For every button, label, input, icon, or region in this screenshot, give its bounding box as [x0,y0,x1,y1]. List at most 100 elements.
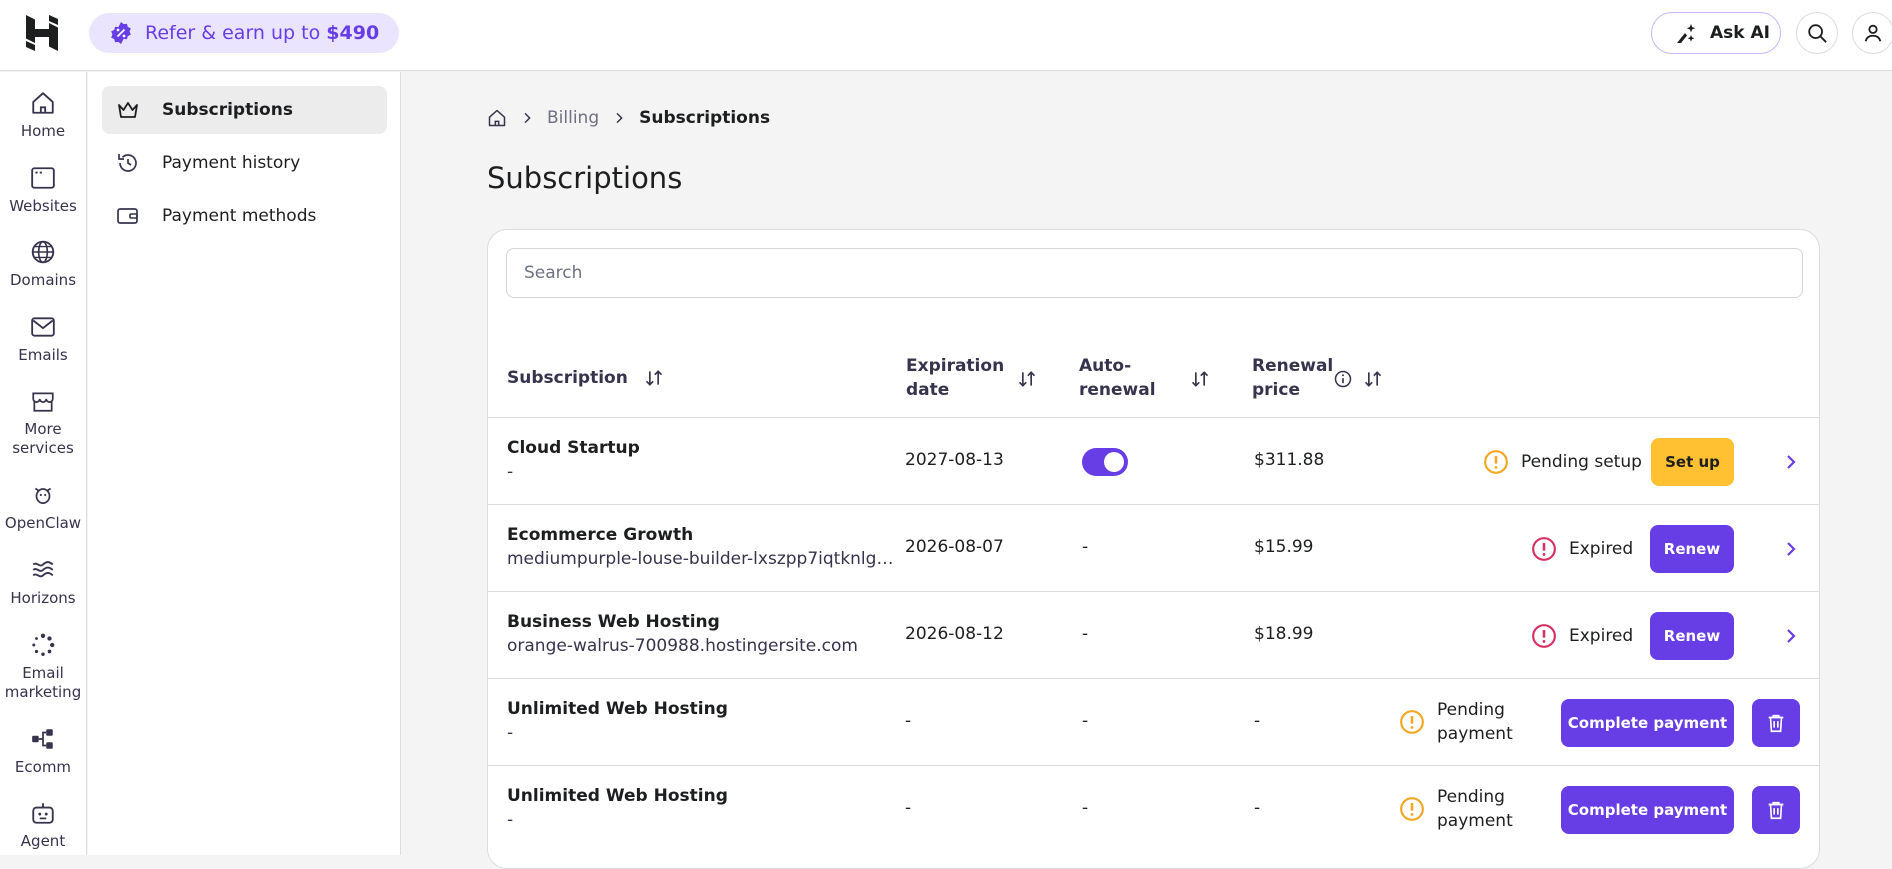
subscription-domain: mediumpurple-louse-builder-lxszpp7iqtknl… [507,549,895,569]
home-icon[interactable] [487,108,507,128]
expiration-date: 2026-08-12 [905,624,1004,644]
account-button[interactable] [1852,12,1892,54]
browser-icon [31,167,55,189]
nav-more-services[interactable]: More services [0,388,86,458]
nav-websites[interactable]: Websites [0,165,86,216]
subscription-name: Cloud Startup [507,438,640,458]
column-label: Subscription [507,368,628,388]
chevron-right-icon[interactable] [1779,450,1803,474]
renew-button[interactable]: Renew [1650,525,1734,573]
chevron-right-icon[interactable] [1779,537,1803,561]
sort-icon [645,370,662,386]
store-icon [32,392,54,412]
nav-label: Emails [18,346,68,364]
nav-emails[interactable]: Emails [0,314,86,365]
chevron-right-icon[interactable] [1779,624,1803,648]
column-header-renewal-price[interactable]: Renewal price [1252,354,1333,402]
nav-domains[interactable]: Domains [0,239,86,290]
delete-button[interactable] [1752,786,1800,834]
hostinger-logo-icon[interactable] [22,13,62,53]
openclaw-icon [34,487,52,504]
ask-ai-label: Ask AI [1710,23,1770,43]
search-input[interactable] [506,248,1803,298]
home-icon [32,92,54,114]
subscription-name: Unlimited Web Hosting [507,786,728,806]
nav-home[interactable]: Home [0,90,86,141]
main-sidebar: Home Websites Domains Emails More servic… [0,72,87,855]
status-line: payment [1437,811,1513,831]
status-text: Pending setup [1521,452,1642,472]
table-row[interactable]: Ecommerce Growth mediumpurple-louse-buil… [488,504,1819,591]
breadcrumb-billing[interactable]: Billing [547,108,599,128]
complete-payment-button[interactable]: Complete payment [1561,786,1734,834]
refer-and-earn-banner[interactable]: Refer & earn up to $490 [89,13,400,53]
search-button[interactable] [1796,12,1838,54]
subnav-label: Payment methods [162,206,317,226]
column-label: price [1252,380,1300,400]
subnav-subscriptions[interactable]: Subscriptions [102,86,387,134]
globe-icon [31,240,55,264]
column-label: Auto- [1079,356,1132,376]
error-circle-icon [1532,537,1556,561]
column-label: Renewal [1252,356,1334,376]
ask-ai-button[interactable]: Ask AI [1651,12,1781,54]
nav-openclaw[interactable]: OpenClaw [0,482,86,533]
trash-icon [1768,714,1784,733]
subnav-label: Payment history [162,153,301,173]
refer-text: Refer & earn up to $490 [145,22,380,44]
column-header-subscription[interactable]: Subscription [507,366,664,390]
auto-renewal-toggle[interactable] [1082,448,1128,476]
trash-icon [1768,801,1784,820]
renewal-price: $15.99 [1254,537,1314,557]
status-badge: Expired [1531,536,1633,562]
info-icon[interactable] [1333,369,1353,389]
loader-icon [32,633,55,656]
renewal-price: - [1254,711,1261,731]
status-text: Expired [1569,539,1634,559]
auto-renewal-value: - [1082,711,1089,731]
nav-email-marketing[interactable]: Email marketing [0,632,86,702]
subscription-domain: - [507,723,514,743]
table-row[interactable]: Unlimited Web Hosting - - - - Pending pa… [488,678,1819,765]
subnav-payment-methods[interactable]: Payment methods [102,192,387,240]
sort-icon[interactable] [1363,369,1383,389]
subnav-label: Subscriptions [162,100,293,120]
subscription-domain: - [507,810,514,830]
nav-agent[interactable]: Agent [0,800,86,851]
horizons-icon [32,561,54,578]
column-header-expiration[interactable]: Expiration date [906,354,1004,402]
nav-label: Websites [9,197,77,215]
table-row[interactable]: Business Web Hosting orange-walrus-70098… [488,591,1819,678]
breadcrumb-current: Subscriptions [639,108,771,128]
complete-payment-button[interactable]: Complete payment [1561,699,1734,747]
expiration-date: - [905,798,912,818]
subnav-payment-history[interactable]: Payment history [102,139,387,187]
sort-icon[interactable] [1190,369,1210,389]
user-icon [1864,24,1882,42]
mail-icon [31,317,55,337]
table-row[interactable]: Unlimited Web Hosting - - - - Pending pa… [488,765,1819,852]
auto-renewal-value: - [1082,624,1089,644]
column-header-auto-renewal[interactable]: Auto- renewal [1079,354,1156,402]
set-up-button[interactable]: Set up [1651,438,1734,486]
status-text: Pending payment [1437,698,1513,746]
wallet-icon [117,208,138,224]
status-text: Pending payment [1437,785,1513,833]
share-icon [32,729,53,749]
sparkle-icon [1677,23,1696,43]
nav-label: Home [20,122,66,140]
nav-horizons[interactable]: Horizons [0,557,86,608]
warning-circle-icon [1400,797,1424,821]
nav-ecomm[interactable]: Ecomm [0,726,86,777]
status-badge: Pending payment [1399,785,1513,833]
sort-icon[interactable] [1017,369,1037,389]
renew-button[interactable]: Renew [1650,612,1734,660]
status-text: Expired [1569,626,1634,646]
subscription-name: Business Web Hosting [507,612,720,632]
robot-icon [32,803,54,824]
nav-label: Ecomm [14,758,72,776]
nav-label: Horizons [10,589,76,607]
delete-button[interactable] [1752,699,1800,747]
table-row[interactable]: Cloud Startup - 2027-08-13 $311.88 Pendi… [488,417,1819,504]
column-label: date [906,380,950,400]
